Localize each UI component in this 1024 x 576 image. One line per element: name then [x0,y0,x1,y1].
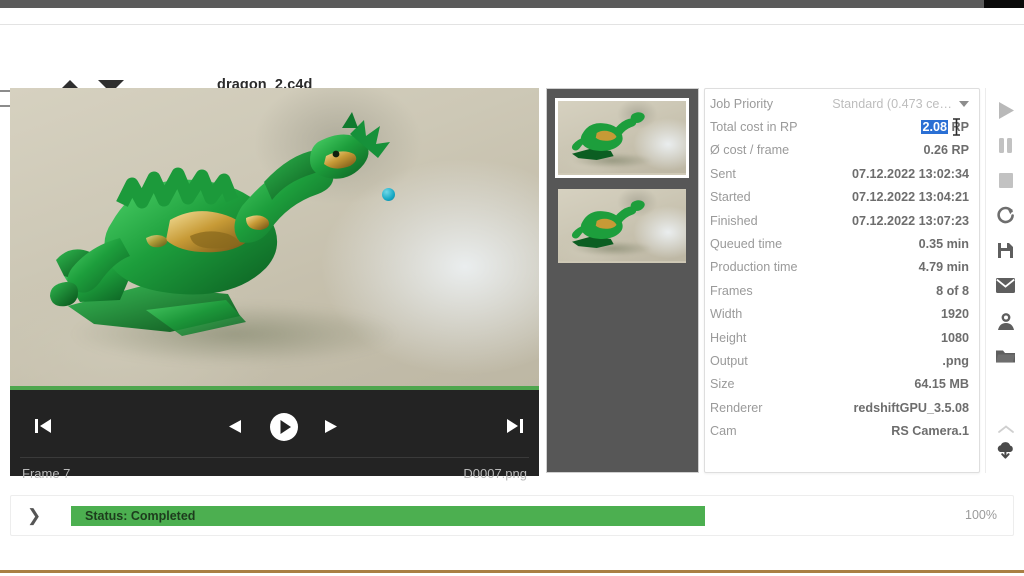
window-top-strip-dark [984,0,1024,8]
detail-label: Queued time [710,237,783,252]
page-footer: render&review VFXrendering.com [0,545,1024,576]
detail-row-size: Size 64.15 MB [705,373,979,396]
detail-label: Size [710,377,735,392]
detail-row-frames: Frames 8 of 8 [705,279,979,302]
player-controls: Frame 7 D0007.png [10,390,539,481]
current-frame-label: Frame 7 [22,466,71,481]
thumbnail-2[interactable] [558,189,686,263]
job-details-panel: Job Priority Standard (0.473 ce… Total c… [704,88,980,473]
detail-value: 1920 [940,307,969,322]
detail-label: Frames [710,283,753,298]
thumbnail-1[interactable] [555,98,689,178]
progress-percent-label: 100% [965,508,997,522]
detail-value: 0.26 RP [923,143,969,158]
text-cursor-icon [953,118,960,137]
detail-row-cost-per-frame: Ø cost / frame 0.26 RP [705,139,979,162]
download-button[interactable] [986,433,1024,466]
render-preview-image[interactable] [10,88,539,386]
detail-value: 07.12.2022 13:04:21 [852,190,969,205]
thumb-2-artwork [571,200,645,249]
detail-row-output: Output .png [705,349,979,372]
support-button[interactable] [986,304,1024,337]
envelope-icon [996,278,1015,293]
window-top-strip [0,0,1024,8]
detail-value: 07.12.2022 13:07:23 [852,213,969,228]
header-divider [0,24,1024,25]
detail-label: Output [710,353,748,368]
detail-row-finished: Finished 07.12.2022 13:07:23 [705,209,979,232]
detail-label: Production time [710,260,798,275]
blue-bead-prop [382,188,395,201]
chevron-right-icon[interactable]: ❯ [27,506,41,526]
skip-to-start-button[interactable] [33,416,53,436]
play-button[interactable] [269,412,299,442]
detail-label: Sent [710,166,736,181]
detail-row-sent: Sent 07.12.2022 13:02:34 [705,162,979,185]
restart-job-button[interactable] [986,199,1024,232]
detail-row-height: Height 1080 [705,326,979,349]
detail-row-total-cost[interactable]: Total cost in RP 2.08 RP [705,115,979,138]
detail-value: 8 of 8 [936,283,969,298]
detail-row-renderer: Renderer redshiftGPU_3.5.08 [705,396,979,419]
detail-value: 4.79 min [918,260,969,275]
chevron-down-icon[interactable] [959,100,969,107]
message-button[interactable] [986,269,1024,302]
open-folder-button[interactable] [986,339,1024,372]
detail-label: Job Priority [710,96,773,111]
thumbnail-strip[interactable] [546,88,699,473]
detail-row-job-priority[interactable]: Job Priority Standard (0.473 ce… [705,92,979,115]
save-job-button[interactable] [986,234,1024,267]
folder-icon [996,350,1015,363]
detail-value: 0.35 min [918,237,969,252]
stop-job-button[interactable] [986,164,1024,197]
detail-row-started: Started 07.12.2022 13:04:21 [705,186,979,209]
stop-icon [999,173,1013,188]
start-job-button[interactable] [986,94,1024,127]
skip-to-end-button[interactable] [505,416,525,436]
cloud-download-icon [997,442,1013,459]
detail-label: Finished [710,213,758,228]
job-status-row: ❯ Status: Completed 100% [10,495,1014,536]
detail-value: 07.12.2022 13:02:34 [852,166,969,181]
user-support-icon [997,312,1014,330]
dragon-render-artwork [50,112,390,336]
detail-row-width: Width 1920 [705,303,979,326]
player-divider [20,457,529,458]
detail-label: Renderer [710,400,763,415]
selected-text: 2.08 [921,120,948,135]
action-toolbar [985,88,1024,473]
render-viewer: Frame 7 D0007.png [10,88,539,481]
restart-icon [997,206,1014,224]
status-progress-bar: Status: Completed [71,506,705,526]
detail-label: Started [710,190,751,205]
app-window: dragon_2.c4d Frame 7 D0007.png Job Prior… [0,0,1024,576]
detail-label: Ø cost / frame [710,143,790,158]
detail-row-queued-time: Queued time 0.35 min [705,232,979,255]
detail-value: RS Camera.1 [891,424,969,439]
detail-value: 2.08 RP [921,120,969,135]
detail-value: redshiftGPU_3.5.08 [853,400,970,415]
status-badge: Status: Completed [85,509,196,523]
detail-value: 64.15 MB [914,377,969,392]
footer-accent-rule [0,570,1024,573]
current-file-label: D0007.png [463,466,527,481]
next-frame-button[interactable] [324,419,338,434]
previous-frame-button[interactable] [228,419,242,434]
detail-label: Cam [710,424,737,439]
detail-row-production-time: Production time 4.79 min [705,256,979,279]
detail-value: .png [942,353,969,368]
detail-value: Standard (0.473 ce… [832,96,952,111]
detail-value: 1080 [940,330,969,345]
detail-label: Total cost in RP [710,120,798,135]
job-header: dragon_2.c4d [0,30,1024,107]
pause-icon [999,138,1012,153]
window-top-blank [0,8,1024,24]
floppy-disk-icon [998,243,1013,258]
detail-row-cam: Cam RS Camera.1 [705,419,979,442]
pause-job-button[interactable] [986,129,1024,162]
detail-label: Height [710,330,747,345]
thumb-1-artwork [571,112,645,161]
detail-label: Width [710,307,743,322]
play-icon [999,102,1014,119]
